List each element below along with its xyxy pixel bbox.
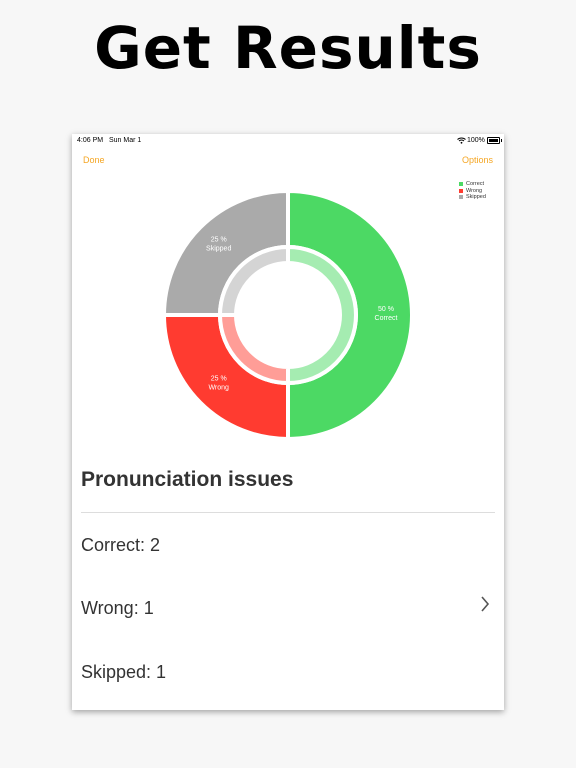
chevron-right-icon [480,595,490,619]
options-button[interactable]: Options [462,155,493,165]
legend-swatch [459,195,463,200]
legend-swatch [459,188,463,193]
result-label: Correct: 2 [81,535,161,555]
battery-icon [487,137,502,144]
result-row-correct[interactable]: Correct: 2 [72,525,504,565]
result-label: Wrong: 1 [81,598,154,618]
done-button[interactable]: Done [83,155,105,165]
divider [81,512,495,513]
headline: Get Results [94,14,482,82]
result-row-wrong[interactable]: Wrong: 1 [72,588,504,628]
legend-label: Wrong [466,187,483,194]
status-time: 4:06 PM [77,137,104,144]
wifi-icon [457,137,466,146]
legend-label: Correct [466,181,485,188]
battery-percentage: 100% [467,137,485,144]
status-date: Sun Mar 1 [109,137,142,144]
legend-label: Skipped [466,194,486,201]
result-row-skipped[interactable]: Skipped: 1 [72,652,504,692]
nav-bar: Done Options [72,148,504,174]
legend-swatch [459,182,463,187]
app-screen: 4:06 PM Sun Mar 1 100% Done Options Corr… [72,134,504,710]
legend-item-skipped: Skipped [459,194,486,201]
status-bar: 4:06 PM Sun Mar 1 100% [72,134,504,148]
result-label: Skipped: 1 [81,662,167,682]
section-title: Pronunciation issues [81,468,294,491]
chart-legend: Correct Wrong Skipped [459,181,486,201]
